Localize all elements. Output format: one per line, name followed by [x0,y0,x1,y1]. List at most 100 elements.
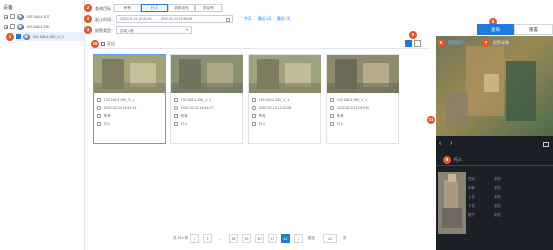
person-icon [174,122,178,126]
region-icon [252,114,256,118]
step-badge-1: 1 [6,33,14,41]
device-node-3[interactable]: 192.168.4.250_V_1 [16,32,84,41]
page-button-38[interactable]: 38 [229,234,238,243]
device-node-1[interactable]: 192.168.4.107 [4,12,82,21]
step-badge-3: 3 [84,15,92,23]
time-range-input[interactable]: 2022-02-21 12:30:00 - 2022-02-24 12:56:5… [116,15,233,23]
card-ip: 192.168.4.250_V_1 [336,98,368,102]
card-type-row: 行人 [174,121,188,127]
alarm-type-label: 报警类型： [95,28,115,33]
segment-motor[interactable]: 机动车 [195,4,222,12]
pagination-summary: 共 414 条 [173,236,189,240]
tab-alarm-image[interactable]: 报警图片 [448,40,464,46]
alarm-card[interactable]: 192.168.4.250_V_1 2022-02-23 12:42:50 所有 行人 [326,54,399,144]
alarm-image [436,36,553,136]
page-button-41[interactable]: 41 [268,234,277,243]
alarm-type-select[interactable]: 区域入侵 ▾ [116,26,192,34]
card-region: 所有 [103,113,111,118]
device-checkbox[interactable] [16,34,21,39]
camera-icon [16,13,24,20]
segment-all[interactable]: 所有 [114,4,141,12]
export-button[interactable]: 导出 [101,41,115,47]
card-time-row: 2022-02-23 12:42:58 [252,105,291,111]
camera-small-icon [174,98,178,102]
page-ellipsis[interactable]: ... [216,234,225,243]
detail-value: 未知 [494,186,501,190]
quick-7days[interactable]: 最近7天 [277,17,291,22]
detail-key: 帽子 [468,213,475,217]
alarm-thumbnail[interactable] [327,55,399,93]
alarm-card[interactable]: 192.168.4.250_V_1 2022-02-23 12:42:58 所有行人 [248,54,321,144]
chevron-down-icon: ▾ [185,27,188,32]
tab-query[interactable]: 查询 [477,24,514,35]
list-view-icon[interactable] [414,40,421,47]
card-ip-row: 192.168.4.250_V_1 [97,97,134,103]
card-type: 行人 [336,121,344,126]
step-badge-4: 4 [84,26,92,34]
card-type-row: 行人 [330,121,344,127]
card-region-row: 所有 [252,113,266,119]
quick-3days[interactable]: 最近3天 [258,17,272,22]
grid-view-icon[interactable] [405,40,412,47]
next-arrow-icon[interactable]: › [450,140,452,147]
card-type: 行人 [103,121,111,126]
clock-icon [330,106,334,110]
detail-value: 未知 [494,195,501,199]
card-ip: 192.168.4.250_V_1 [258,98,290,102]
camera-icon [16,23,24,30]
step-badge-10: 10 [91,40,99,48]
alarm-thumbnail[interactable] [94,55,166,93]
device-node-2[interactable]: 192.168.4.250 [4,22,82,31]
query-type-label: 查询目标： [95,6,115,11]
fullscreen-icon[interactable] [543,142,549,147]
segment-person[interactable]: 行人 [141,4,168,12]
region-icon [330,114,334,118]
panel-divider [436,165,553,166]
card-time: 2022-02-23 16:44:16 [103,106,137,110]
page-button-1[interactable]: 1 [203,234,212,243]
calendar-icon[interactable] [226,17,230,22]
device-ip: 192.168.4.107 [26,14,50,19]
card-time: 2022-02-23 16:44:07 [180,106,214,110]
card-region-row: 所有 [97,113,111,119]
tab-reset[interactable]: 重置 [514,24,553,35]
page-button-39[interactable]: 39 [242,234,251,243]
card-region: 所有 [258,113,266,118]
tab-alarm-video[interactable]: 报警录像 [493,40,509,46]
expand-toggle-icon[interactable] [4,14,8,19]
prev-page-button[interactable]: ‹ [190,234,199,243]
goto-page-input[interactable]: 42 [323,234,337,243]
app-window: 设备 192.168.4.107 192.168.4.250 192.168.4… [0,0,553,250]
alarm-card[interactable]: 192.168.4.250_V_1 2022-02-23 16:44:16 所有行人 [93,54,166,144]
card-region-row: 所有 [330,113,344,119]
prev-arrow-icon[interactable]: ‹ [439,140,441,147]
alarm-thumbnail[interactable] [249,55,321,93]
range-separator: - [155,17,157,21]
alarm-thumbnail[interactable] [171,55,243,93]
detail-key: 上衣 [468,195,475,199]
region-icon [174,114,178,118]
page-button-42[interactable]: 42 [281,234,290,243]
next-page-button[interactable]: › [294,234,303,243]
device-checkbox[interactable] [10,24,15,29]
detail-value: 未知 [494,204,501,208]
detail-key: 下衣 [468,204,475,208]
card-ip-row: 192.168.4.250_V_1 [252,97,289,103]
page-button-40[interactable]: 40 [255,234,264,243]
time-label: 起止时间： [95,17,115,22]
expand-toggle-icon[interactable] [4,24,8,29]
quick-today[interactable]: 今天 [244,17,252,22]
alarm-card[interactable]: 192.168.4.250_V_1 2022-02-23 16:44:07 所有 行人 [170,54,243,144]
card-ip: 192.168.4.250_V_1 [180,98,212,102]
detail-key: 性别 [468,177,475,181]
segment-non-motor[interactable]: 非机动车 [168,4,195,12]
step-badge-6: 6 [437,39,445,47]
camera-small-icon [97,98,101,102]
person-tab[interactable]: 行人 [454,157,462,163]
device-checkbox[interactable] [10,14,15,19]
detail-value: 未知 [494,213,501,217]
device-ip: 192.168.4.250_V_1 [32,34,64,39]
card-type: 行人 [258,121,266,126]
goto-label: 跳至 [308,236,316,240]
card-time: 2022-02-23 12:42:58 [258,106,292,110]
